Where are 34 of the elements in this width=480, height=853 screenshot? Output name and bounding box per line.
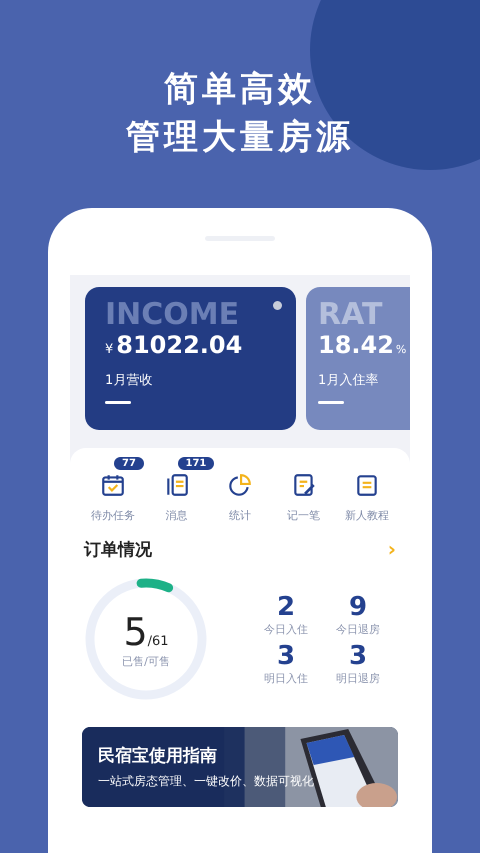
available-count: /61 (148, 634, 169, 648)
stat-label: 明日退房 (336, 671, 380, 686)
shortcut-item[interactable]: 新人教程 (336, 472, 398, 523)
dash-mark (318, 401, 344, 404)
card-watermark: RAT (318, 299, 382, 331)
card-value: 18.42 (318, 331, 394, 359)
headline: 简单高效 (164, 68, 316, 110)
card-value: 81022.04 (116, 331, 242, 359)
stat-value: 2 (276, 592, 296, 622)
headline: 管理大量房源 (126, 116, 354, 158)
card-label: 1月入住率 (318, 372, 380, 389)
dash-mark (105, 401, 131, 404)
card-watermark: INCOME (105, 299, 240, 331)
stat-label: 今日退房 (336, 622, 380, 637)
currency-symbol: ¥ (105, 342, 114, 357)
stat-value: 3 (348, 641, 368, 671)
more-link[interactable]: › (388, 537, 396, 561)
sold-count: 5 (123, 610, 148, 654)
banner-subtitle: 一站式房态管理、一键改价、数据可视化 (98, 773, 315, 790)
dot-icon (273, 301, 282, 310)
count-badge: 77 (114, 457, 144, 470)
stat-value: 9 (348, 592, 368, 622)
count-badge: 171 (178, 457, 214, 470)
pie-chart-icon (227, 472, 253, 498)
ring-caption: 已售/可售 (122, 654, 170, 668)
card-label: 1月营收 (105, 372, 154, 389)
shortcut-item[interactable]: 记一笔 (272, 472, 334, 523)
section-title: 订单情况 (84, 538, 152, 560)
unit-symbol: % (396, 343, 406, 356)
banner-title: 民宿宝使用指南 (98, 745, 218, 767)
stat-label: 今日入住 (264, 622, 308, 637)
stat-value: 3 (276, 641, 296, 671)
stat-label: 明日入住 (264, 671, 308, 686)
shortcut-item[interactable]: 统计 (209, 472, 271, 523)
